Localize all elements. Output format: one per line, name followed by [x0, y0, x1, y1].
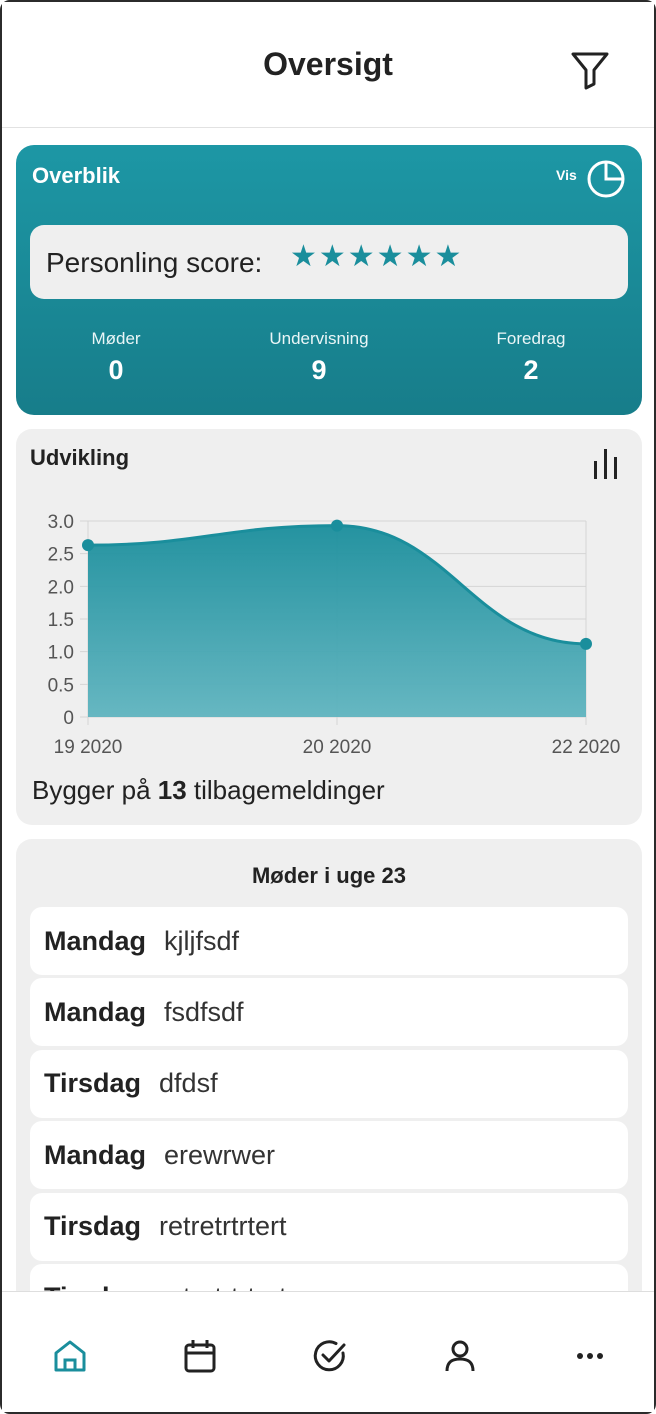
calendar-icon[interactable] [180, 1336, 220, 1376]
stat-label: Undervisning [269, 329, 369, 348]
y-tick-label: 2.0 [48, 577, 74, 598]
development-chart: 3.0 2.5 2.0 1.5 1.0 0.5 0 19 2020 20 2020 22 2020 [48, 512, 621, 758]
bottom-navigation [2, 1291, 654, 1412]
data-point [82, 539, 94, 552]
meeting-name: retretrtrtert [159, 1282, 287, 1291]
meeting-day: Mandag [44, 1139, 147, 1170]
stat-value: 2 [523, 355, 539, 385]
meeting-item[interactable]: Tirsdag retretrtrtert [30, 1192, 628, 1261]
meeting-item[interactable]: Mandag fsdfsdf [30, 978, 628, 1047]
vis-label[interactable]: Vis [556, 167, 577, 183]
meeting-day: Tirsdag [44, 1282, 141, 1291]
stat-lectures: Foredrag 2 [431, 329, 631, 386]
feedback-prefix: Bygger på [32, 775, 158, 805]
y-tick-label: 1.0 [48, 643, 74, 664]
meetings-card: Møder i uge 23 Mandag kjljfsdf Mandag fs… [16, 839, 642, 1291]
stat-value: 9 [311, 355, 327, 385]
score-label: Personling score: [46, 247, 263, 278]
meeting-item[interactable]: Tirsdag retretrtrtert [30, 1263, 628, 1291]
page-title: Oversigt [263, 46, 393, 82]
stat-meetings: Møder 0 [16, 329, 216, 386]
x-tick-label: 22 2020 [552, 737, 621, 758]
content-scroll[interactable]: Overblik Vis Personling score: ★★★★★★ Mø… [2, 129, 654, 1291]
stat-teaching: Undervisning 9 [219, 329, 419, 386]
more-icon[interactable] [570, 1336, 610, 1376]
bar-chart-icon[interactable] [590, 445, 622, 481]
development-title: Udvikling [30, 445, 130, 470]
development-card: Udvikling 3.0 2.5 2.0 1.5 1.0 0.5 0 19 2020 20 2… [16, 429, 642, 825]
meeting-name: dfdsf [159, 1068, 218, 1099]
meeting-item[interactable]: Mandag erewrwer [30, 1121, 628, 1190]
stat-label: Møder [91, 329, 141, 348]
pie-chart-icon[interactable] [584, 157, 628, 201]
meeting-name: kjljfsdf [164, 925, 240, 956]
stat-label: Foredrag [496, 329, 566, 348]
overview-card: Overblik Vis Personling score: ★★★★★★ Mø… [16, 145, 642, 415]
meeting-day: Mandag [44, 996, 147, 1027]
meetings-title: Møder i uge 23 [251, 863, 407, 888]
meeting-item[interactable]: Tirsdag dfdsf [30, 1049, 628, 1118]
home-icon[interactable] [50, 1336, 90, 1376]
check-circle-icon[interactable] [310, 1336, 350, 1376]
data-point [331, 519, 343, 532]
y-tick-label: 2.5 [48, 545, 74, 566]
meeting-day: Tirsdag [44, 1211, 142, 1242]
y-tick-label: 3.0 [48, 512, 74, 533]
meeting-name: retretrtrtert [159, 1211, 287, 1242]
y-tick-label: 0.5 [48, 675, 74, 696]
user-icon[interactable] [440, 1336, 480, 1376]
data-point [580, 637, 592, 650]
x-tick-label: 20 2020 [303, 737, 372, 758]
score-stars: ★★★★★★ [290, 240, 464, 273]
feedback-summary: Bygger på 13 tilbagemeldinger [32, 775, 385, 806]
filter-icon[interactable] [568, 48, 612, 92]
personal-score-box: Personling score: ★★★★★★ [30, 225, 628, 299]
meeting-day: Mandag [44, 925, 147, 956]
overview-title: Overblik [32, 163, 121, 188]
app-header: Oversigt [2, 2, 654, 128]
stat-value: 0 [108, 355, 124, 385]
meeting-item[interactable]: Mandag kjljfsdf [30, 907, 628, 975]
feedback-count: 13 [157, 775, 187, 805]
meeting-name: erewrwer [164, 1139, 276, 1170]
y-tick-label: 1.5 [48, 610, 74, 631]
meeting-day: Tirsdag [44, 1068, 142, 1099]
meetings-list: Mandag kjljfsdf Mandag fsdfsdf Tirsdag d… [30, 907, 628, 1291]
x-tick-label: 19 2020 [54, 737, 123, 758]
y-tick-label: 0 [63, 708, 74, 729]
meeting-name: fsdfsdf [164, 996, 244, 1027]
feedback-suffix: tilbagemeldinger [186, 775, 385, 805]
